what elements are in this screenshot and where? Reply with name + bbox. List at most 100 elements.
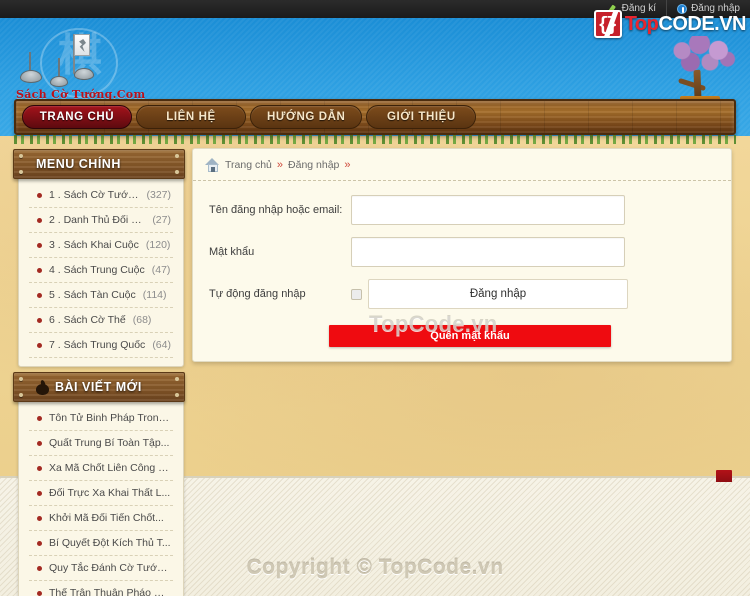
sidebar-item-label: 4 . Sách Trung Cuộc [49, 264, 145, 276]
post-item-label: Thế Trận Thuận Pháo Cổ ... [49, 587, 171, 596]
login-submit-button[interactable]: Đăng nhập [368, 279, 628, 309]
bullet-icon [37, 540, 42, 546]
logo-stick-left [29, 52, 31, 72]
topcode-wordmark: TopCODE.VN [624, 12, 747, 36]
username-label: Tên đăng nhập hoặc email: [209, 204, 343, 216]
bullet-icon [37, 590, 42, 596]
autologin-row: Tự động đăng nhập Đăng nhập [209, 279, 715, 309]
bullet-icon [37, 440, 42, 446]
screw-icon-top-right [175, 377, 179, 381]
post-item-label: Xa Mã Chốt Liên Công Di... [49, 462, 171, 474]
nav-item-lien-he-label: LIÊN HỆ [166, 111, 216, 123]
post-item-label: Đối Trực Xa Khai Thất L... [49, 487, 171, 499]
bonsai-canopy [668, 36, 738, 78]
login-submit-label: Đăng nhập [469, 288, 527, 300]
flame-icon [36, 380, 49, 395]
sidebar-item-sach-khai-cuoc[interactable]: 3 . Sách Khai Cuộc (120) [29, 233, 173, 258]
home-icon[interactable] [205, 158, 220, 172]
breadcrumb: Trang chủ » Đăng nhập » [193, 149, 731, 181]
nav-item-gioi-thieu[interactable]: GIỚI THIỆU [366, 105, 477, 129]
list-item[interactable]: Khởi Mã Đối Tiến Chốt... [29, 506, 173, 531]
topcode-mark-icon: { } [593, 10, 622, 38]
bullet-icon [37, 292, 42, 298]
screw-icon-bottom-right [175, 393, 179, 397]
autologin-label: Tự động đăng nhập [209, 288, 306, 300]
bullet-icon [37, 217, 42, 223]
login-form: Tên đăng nhập hoặc email: Mật khẩu Tự độ… [193, 181, 731, 309]
sidebar-item-sach-co-the[interactable]: 6 . Sách Cờ Thế (68) [29, 308, 173, 333]
red-bookmark-tab[interactable] [716, 470, 732, 482]
sidebar-item-label: 7 . Sách Trung Quốc [49, 339, 146, 351]
post-item-label: Quất Trung Bí Toàn Tập... [49, 437, 170, 449]
topcode-brand-badge: { } TopCODE.VN [593, 10, 747, 38]
sidebar-item-sach-trung-quoc[interactable]: 7 . Sách Trung Quốc (64) [29, 333, 173, 358]
post-item-label: Tôn Tử Binh Pháp Trong ... [49, 412, 171, 424]
list-item[interactable]: Tôn Tử Binh Pháp Trong ... [29, 406, 173, 431]
bullet-icon [37, 317, 42, 323]
brace-right-glyph: } [606, 14, 618, 36]
nav-item-huong-dan-label: HƯỚNG DẪN [267, 111, 346, 123]
sidebar-item-count: (27) [152, 214, 171, 226]
topcode-wordmark-top: Top [624, 12, 659, 35]
sidebar-item-label: 6 . Sách Cờ Thế [49, 314, 126, 326]
list-item[interactable]: Quất Trung Bí Toàn Tập... [29, 431, 173, 456]
sidebar-menu-title: MENU CHÍNH [36, 157, 121, 171]
breadcrumb-item-login[interactable]: Đăng nhập [288, 159, 339, 171]
sidebar-posts-title: BÀI VIẾT MỚI [55, 380, 142, 394]
sidebar-item-sach-co-tuong[interactable]: 1 . Sách Cờ Tướng (327) [29, 183, 173, 208]
list-item[interactable]: Xa Mã Chốt Liên Công Di... [29, 456, 173, 481]
sidebar-menu-list: 1 . Sách Cờ Tướng (327) 2 . Danh Thủ Đối… [29, 183, 173, 358]
bullet-icon [37, 415, 42, 421]
list-item[interactable]: Đối Trực Xa Khai Thất L... [29, 481, 173, 506]
password-label: Mật khẩu [209, 246, 255, 258]
sidebar-item-count: (120) [145, 239, 171, 251]
bonsai-tree-decoration [664, 36, 742, 108]
password-row: Mật khẩu [209, 237, 715, 267]
bullet-icon [37, 267, 42, 273]
list-item[interactable]: Thế Trận Thuận Pháo Cổ ... [29, 581, 173, 596]
sidebar-item-label: 1 . Sách Cờ Tướng [49, 189, 140, 201]
password-input[interactable] [351, 237, 625, 267]
nav-item-huong-dan[interactable]: HƯỚNG DẪN [250, 105, 363, 129]
nav-item-gioi-thieu-label: GIỚI THIỆU [387, 111, 456, 123]
bullet-icon [37, 515, 42, 521]
bullet-icon [37, 565, 42, 571]
main-navigation: TRANG CHỦ LIÊN HỆ HƯỚNG DẪN GIỚI THIỆU [14, 99, 736, 135]
sidebar-item-count: (327) [146, 189, 171, 201]
sidebar-item-sach-tan-cuoc[interactable]: 5 . Sách Tàn Cuộc (114) [29, 283, 173, 308]
breadcrumb-separator: » [344, 159, 351, 171]
nav-item-lien-he[interactable]: LIÊN HỆ [136, 105, 246, 129]
list-item[interactable]: Quy Tắc Đánh Cờ Tướng... [29, 556, 173, 581]
site-logo[interactable]: 棋 Sách Cờ Tướng.Com [14, 26, 145, 106]
main-content-panel: Trang chủ » Đăng nhập » Tên đăng nhập ho… [192, 148, 732, 362]
nav-item-trang-chu[interactable]: TRANG CHỦ [22, 105, 132, 129]
logo-flag-icon [74, 34, 90, 56]
bonsai-branch [677, 77, 707, 92]
sidebar-item-label: 2 . Danh Thủ Đối Cuộc [49, 214, 146, 226]
breadcrumb-item-home[interactable]: Trang chủ [225, 159, 272, 171]
forgot-password-button[interactable]: Quên mật khẩu [329, 325, 611, 347]
sidebar-panel-menu: MENU CHÍNH 1 . Sách Cờ Tướng (327) 2 . D… [13, 149, 185, 367]
logo-chess-piece-2 [50, 76, 68, 87]
sidebar-panel-new-posts: BÀI VIẾT MỚI Tôn Tử Binh Pháp Trong ... … [13, 372, 185, 596]
bullet-icon [37, 342, 42, 348]
list-item[interactable]: Bí Quyết Đột Kích Thủ T... [29, 531, 173, 556]
post-item-label: Bí Quyết Đột Kích Thủ T... [49, 537, 171, 549]
breadcrumb-separator: » [276, 159, 284, 171]
screw-icon-top-right [175, 154, 179, 158]
sidebar-item-sach-trung-cuoc[interactable]: 4 . Sách Trung Cuộc (47) [29, 258, 173, 283]
screw-icon-bottom-right [175, 170, 179, 174]
username-input[interactable] [351, 195, 625, 225]
logo-chess-piece-3 [74, 68, 94, 80]
nav-wood-plank: TRANG CHỦ LIÊN HỆ HƯỚNG DẪN GIỚI THIỆU [14, 99, 736, 135]
sidebar-menu-sign: MENU CHÍNH [13, 149, 185, 179]
sidebar-item-count: (64) [152, 339, 171, 351]
sidebar-posts-sign: BÀI VIẾT MỚI [13, 372, 185, 402]
home-icon-door [211, 167, 215, 172]
logo-chess-piece-1 [20, 70, 42, 83]
sidebar-item-danh-thu-doi-cuoc[interactable]: 2 . Danh Thủ Đối Cuộc (27) [29, 208, 173, 233]
topcode-wordmark-code: CODE.VN [658, 12, 746, 35]
autologin-checkbox[interactable] [351, 288, 362, 300]
sidebar: MENU CHÍNH 1 . Sách Cờ Tướng (327) 2 . D… [13, 149, 185, 596]
nav-item-trang-chu-label: TRANG CHỦ [39, 111, 115, 123]
